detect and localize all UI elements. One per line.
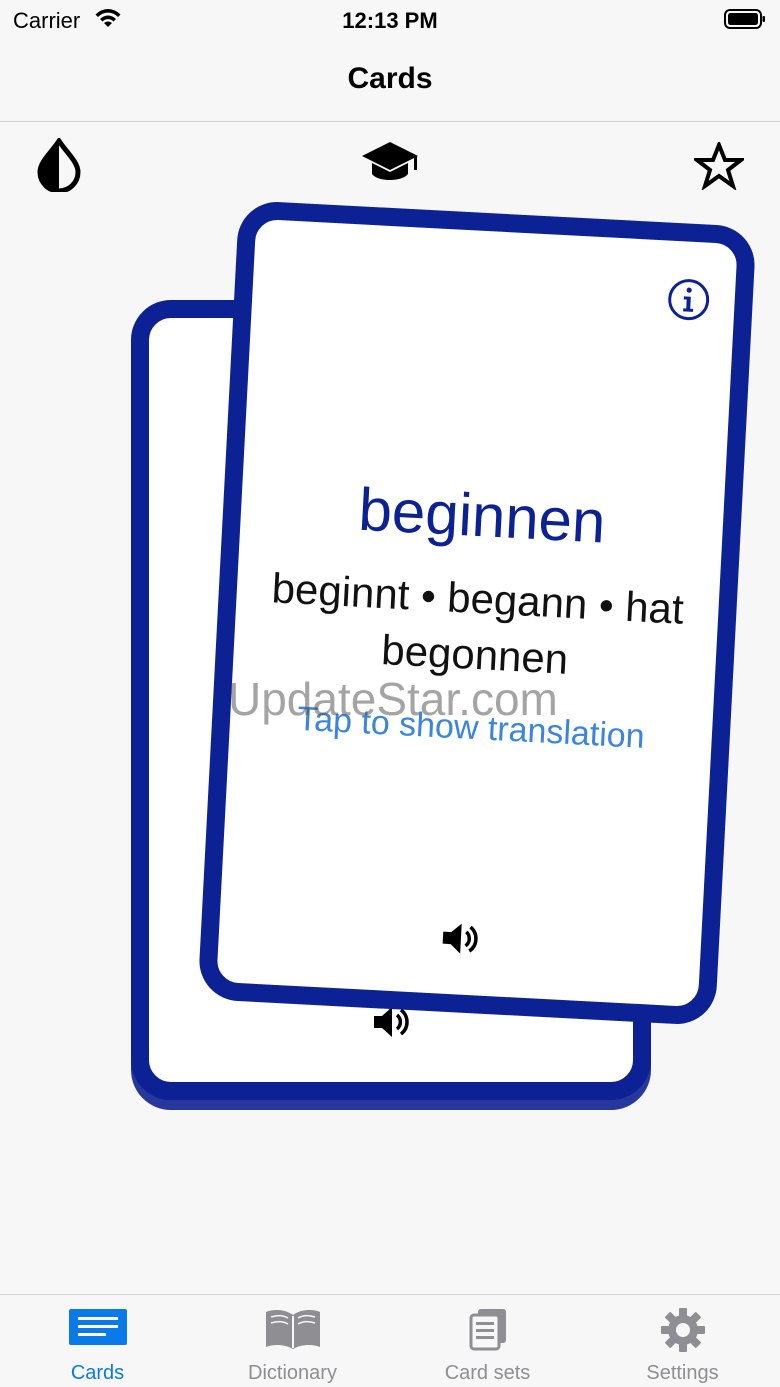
- tab-label: Card sets: [444, 1362, 531, 1384]
- tab-settings[interactable]: Settings: [585, 1295, 780, 1387]
- tab-card-sets[interactable]: Card sets: [390, 1295, 585, 1387]
- tab-cards[interactable]: Cards: [0, 1295, 195, 1387]
- tab-dictionary[interactable]: Dictionary: [195, 1295, 390, 1387]
- study-icon[interactable]: [360, 138, 420, 188]
- gear-icon: [660, 1308, 705, 1352]
- tab-label: Cards: [70, 1362, 125, 1384]
- card-sets-icon: [469, 1309, 506, 1351]
- tab-label: Dictionary: [248, 1362, 337, 1384]
- star-icon[interactable]: [694, 142, 744, 190]
- card-word: beginnen: [357, 475, 608, 556]
- tab-bar: Cards Dictionary Card sets Settings: [0, 1294, 780, 1387]
- navigation-bar: Cards: [0, 40, 780, 122]
- book-icon: [265, 1310, 320, 1349]
- tab-label: Settings: [646, 1362, 719, 1384]
- info-icon[interactable]: [666, 277, 712, 323]
- status-bar: Carrier 12:13 PM: [0, 0, 780, 40]
- status-time: 12:13 PM: [342, 8, 438, 33]
- watermark: UpdateStar.com: [228, 673, 558, 725]
- battery-icon: [724, 9, 765, 29]
- app-screen: Carrier 12:13 PM Cards beginnen beginnt …: [0, 0, 780, 1387]
- speaker-icon[interactable]: [440, 920, 482, 958]
- contrast-icon[interactable]: [36, 138, 82, 192]
- cards-icon: [68, 1309, 127, 1345]
- flash-card[interactable]: beginnen beginnt • begann • hat begonnen…: [197, 199, 757, 1027]
- page-title: Cards: [347, 62, 433, 95]
